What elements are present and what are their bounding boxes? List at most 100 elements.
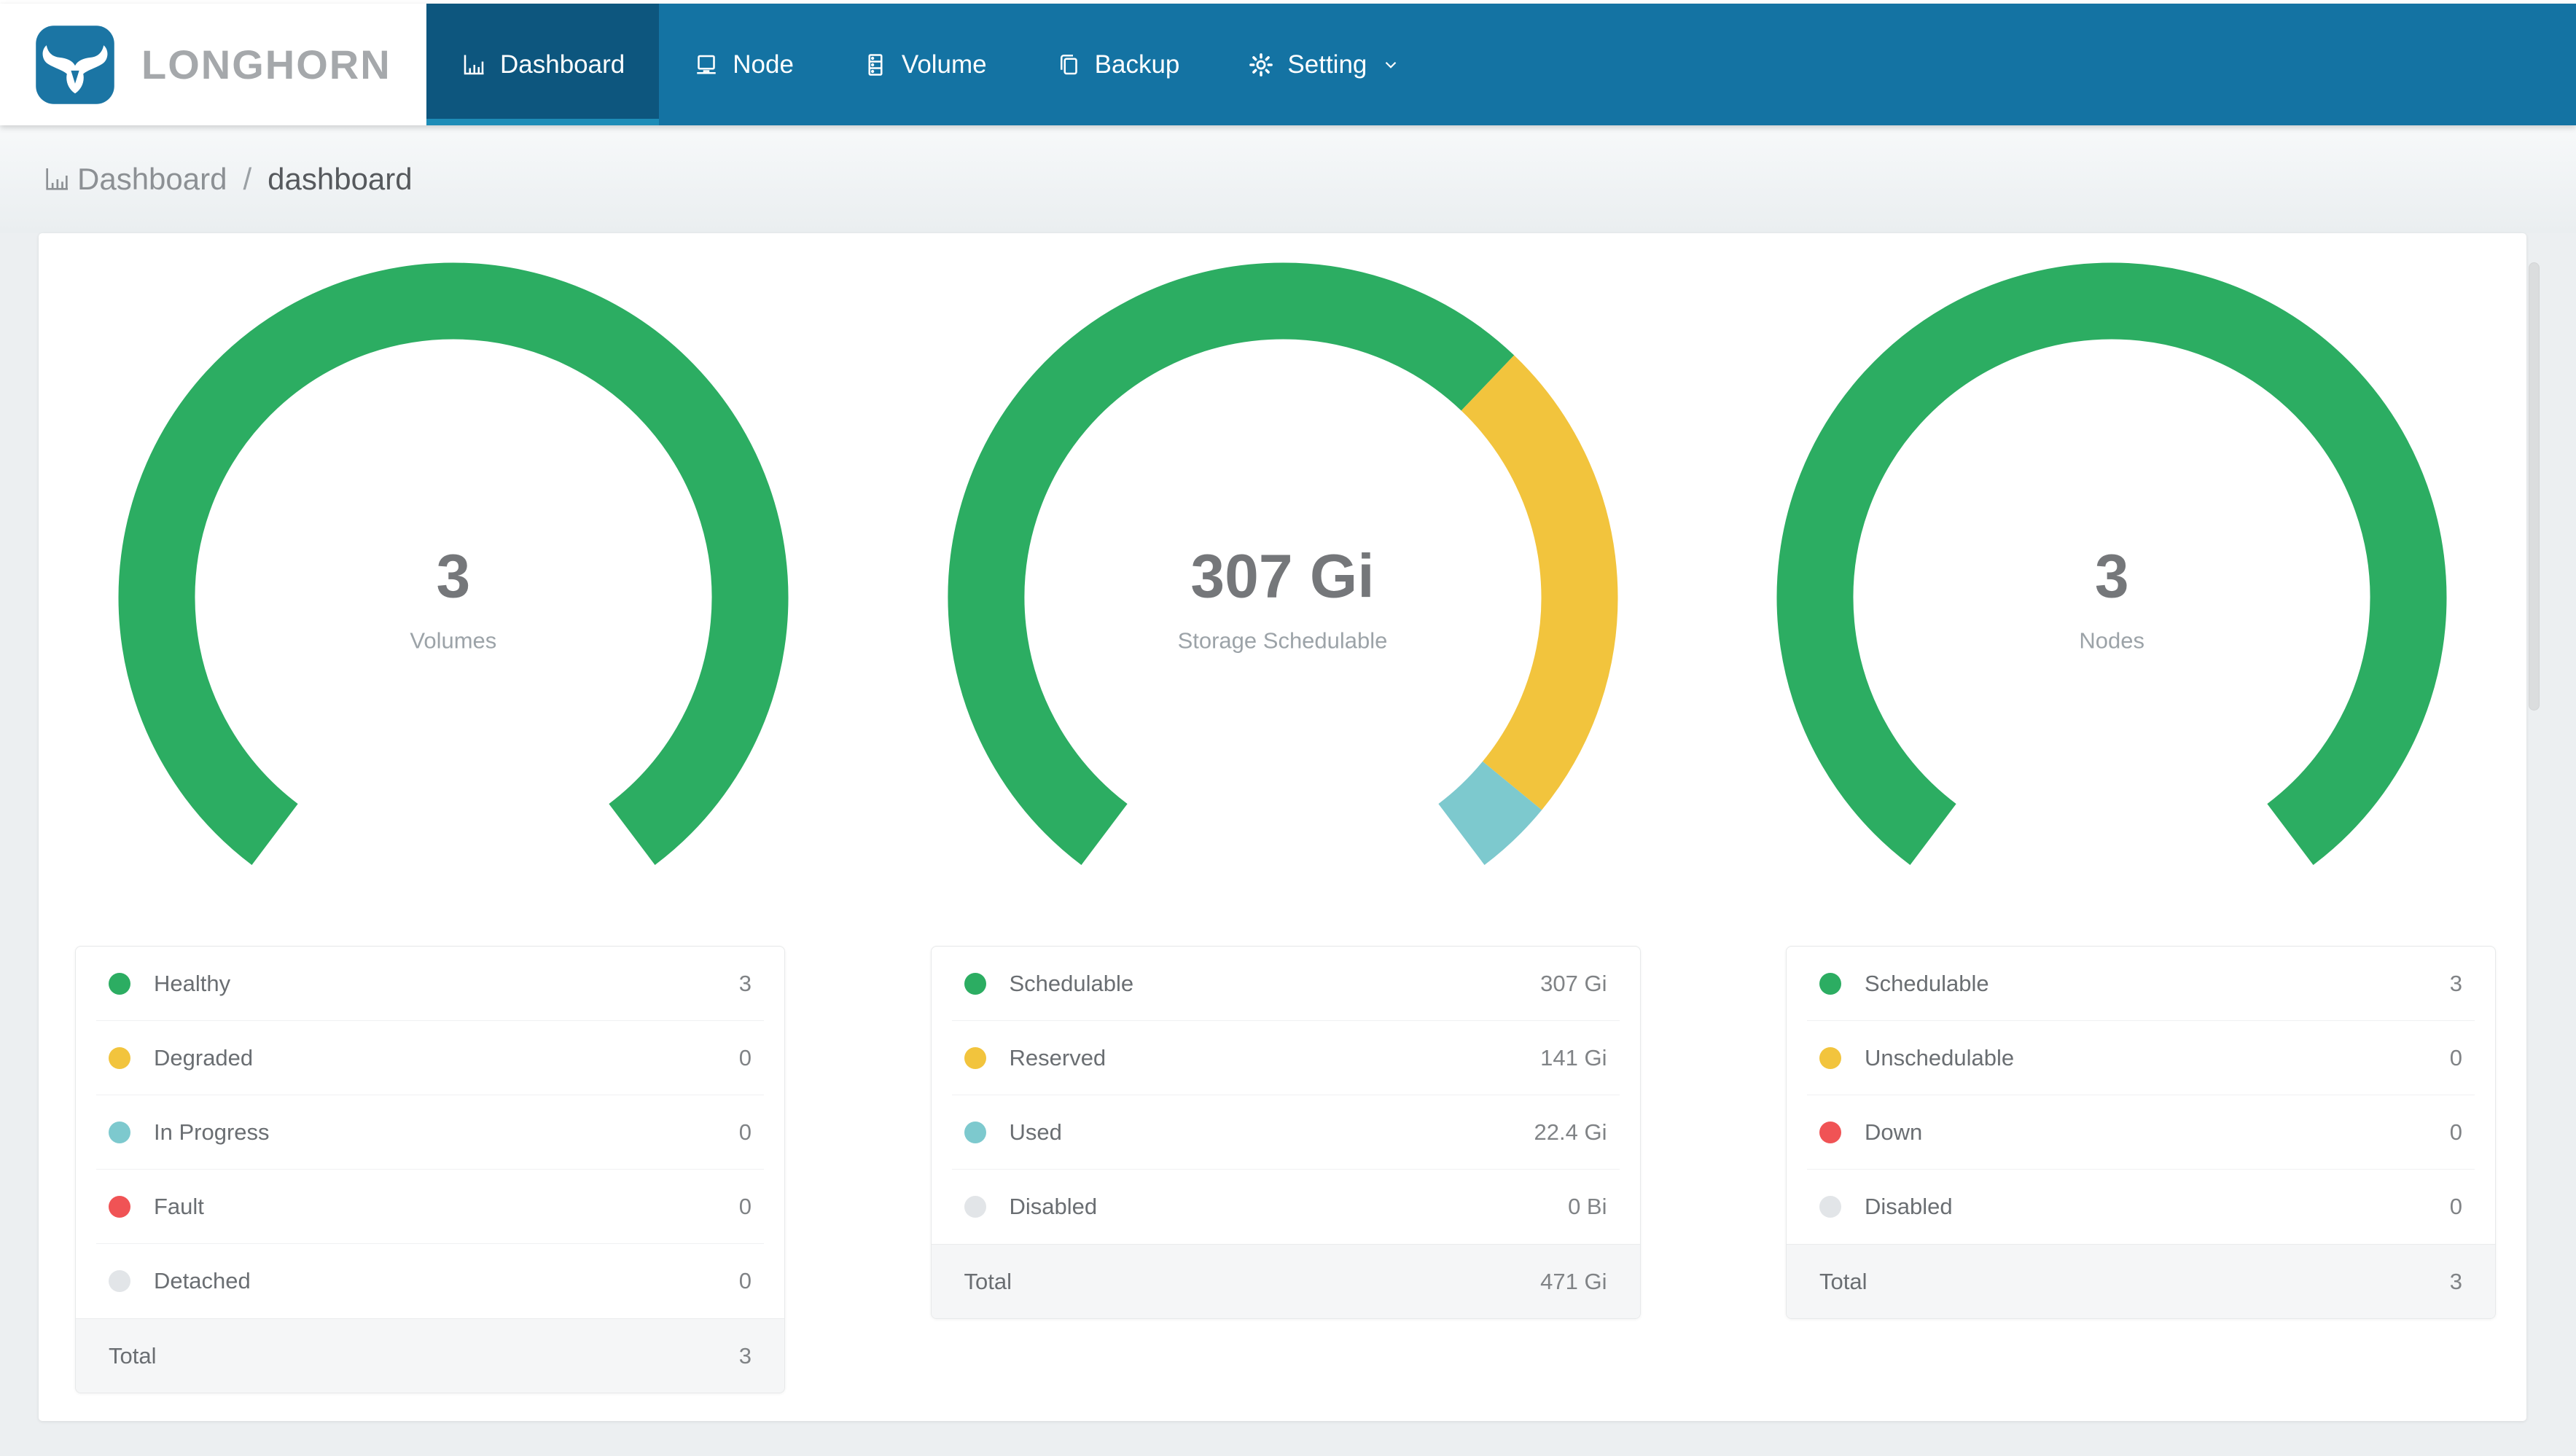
status-dot-icon <box>964 1196 986 1218</box>
nav-item-backup[interactable]: Backup <box>1021 4 1214 125</box>
legend-value: 0 <box>738 1268 752 1293</box>
status-dot-icon <box>1819 1121 1841 1143</box>
legend-row: Unschedulable 0 <box>1807 1021 2475 1095</box>
total-value: 3 <box>2449 1268 2462 1294</box>
legend-row: Schedulable 3 <box>1807 947 2475 1021</box>
breadcrumb-section[interactable]: Dashboard <box>77 162 227 197</box>
nodes-count: 3 <box>2094 541 2129 611</box>
total-label: Total <box>1819 1268 1867 1294</box>
legend-value: 0 <box>738 1044 752 1071</box>
legend-value: 3 <box>2449 970 2462 996</box>
status-dot-icon <box>109 1270 130 1292</box>
breadcrumb: Dashboard / dashboard <box>0 125 2576 233</box>
legend-value: 0 <box>2449 1194 2462 1219</box>
legend-row: Disabled 0 Bi <box>952 1170 1620 1244</box>
legend-row: Down 0 <box>1807 1095 2475 1170</box>
legend-label: Schedulable <box>1009 970 1134 996</box>
backup-icon <box>1060 54 1077 74</box>
legend-row: Disabled 0 <box>1807 1170 2475 1244</box>
legend-value: 22.4 Gi <box>1534 1119 1607 1145</box>
nav-label: Backup <box>1094 50 1180 79</box>
total-value: 471 Gi <box>1540 1268 1607 1294</box>
legend-row: In Progress 0 <box>96 1095 764 1170</box>
status-dot-icon <box>109 972 130 995</box>
top-navbar: LONGHORN Dashboard Node Volume Backup Se… <box>0 4 2576 125</box>
bar-chart-icon <box>46 168 68 190</box>
status-dot-icon <box>109 1195 130 1218</box>
vertical-scrollbar-thumb[interactable] <box>2529 262 2540 711</box>
legend-row: Healthy 3 <box>96 947 764 1021</box>
breadcrumb-current-page: dashboard <box>268 162 413 196</box>
legend-label: Healthy <box>154 970 231 996</box>
volumes-gauge: 3 Volumes <box>39 262 868 933</box>
storage-caption: Storage Schedulable <box>1177 627 1388 654</box>
legend-label: Unschedulable <box>1865 1044 2015 1071</box>
table-total-row: Total 3 <box>1787 1244 2495 1318</box>
legend-tables-row: Healthy 3 Degraded 0 In Progress 0 Fault… <box>39 946 2526 1393</box>
storage-gauge: 307 Gi Storage Schedulable <box>868 262 1698 933</box>
legend-label: Detached <box>154 1268 251 1293</box>
status-dot-icon <box>1819 1196 1841 1218</box>
legend-value: 0 Bi <box>1568 1194 1607 1219</box>
legend-value: 307 Gi <box>1540 970 1607 996</box>
volumes-count: 3 <box>436 541 471 611</box>
storage-schedulable-value: 307 Gi <box>1190 541 1375 611</box>
nav-item-volume[interactable]: Volume <box>828 4 1021 125</box>
volumes-legend-table: Healthy 3 Degraded 0 In Progress 0 Fault… <box>75 946 785 1393</box>
breadcrumb-separator: / <box>243 162 252 196</box>
storage-legend-table: Schedulable 307 Gi Reserved 141 Gi Used … <box>930 946 1641 1319</box>
table-total-row: Total 3 <box>76 1318 784 1393</box>
nav-item-node[interactable]: Node <box>659 4 828 125</box>
table-total-row: Total 471 Gi <box>931 1244 1640 1318</box>
status-dot-icon <box>109 1121 130 1143</box>
bar-chart-icon <box>464 55 484 74</box>
legend-label: In Progress <box>154 1119 270 1145</box>
gear-icon <box>1249 52 1273 77</box>
legend-row: Schedulable 307 Gi <box>951 947 1620 1021</box>
legend-label: Degraded <box>154 1044 254 1071</box>
main-nav: Dashboard Node Volume Backup Setting <box>426 4 1435 125</box>
legend-row: Fault 0 <box>96 1170 764 1244</box>
nav-label: Volume <box>901 50 987 79</box>
nodes-gauge: 3 Nodes <box>1697 262 2526 933</box>
gauge-segment <box>1437 761 1542 865</box>
nodes-legend-table: Schedulable 3 Unschedulable 0 Down 0 Dis… <box>1786 946 2496 1319</box>
nodes-caption: Nodes <box>2079 627 2144 654</box>
brand-name: LONGHORN <box>141 42 391 87</box>
nav-item-dashboard[interactable]: Dashboard <box>426 4 660 125</box>
total-label: Total <box>109 1342 157 1369</box>
legend-row: Reserved 141 Gi <box>951 1021 1620 1095</box>
gauges-row: 3 Volumes 307 Gi Storage Schedulable 3 N… <box>39 233 2526 933</box>
legend-value: 0 <box>2449 1119 2462 1145</box>
status-dot-icon <box>109 1046 130 1069</box>
legend-label: Used <box>1009 1119 1062 1145</box>
legend-row: Used 22.4 Gi <box>951 1095 1620 1170</box>
legend-value: 0 <box>738 1119 752 1145</box>
dashboard-card: 3 Volumes 307 Gi Storage Schedulable 3 N… <box>39 233 2526 1421</box>
nav-label: Node <box>733 50 794 79</box>
total-label: Total <box>964 1268 1012 1294</box>
nav-label: Setting <box>1287 50 1367 79</box>
legend-label: Reserved <box>1009 1044 1106 1071</box>
nav-label: Dashboard <box>500 50 625 79</box>
nav-item-setting[interactable]: Setting <box>1214 4 1435 125</box>
status-dot-icon <box>964 972 986 995</box>
status-dot-icon <box>1819 1046 1841 1069</box>
legend-label: Disabled <box>1865 1194 1953 1219</box>
legend-value: 3 <box>738 970 752 996</box>
legend-label: Down <box>1865 1119 1923 1145</box>
volumes-caption: Volumes <box>410 627 497 654</box>
chevron-down-icon <box>1386 61 1397 69</box>
brand-logo[interactable]: LONGHORN <box>0 4 426 125</box>
volume-icon <box>868 53 883 76</box>
longhorn-bull-icon <box>36 25 114 104</box>
legend-label: Schedulable <box>1865 970 1989 996</box>
legend-value: 141 Gi <box>1540 1044 1607 1071</box>
legend-value: 0 <box>2449 1044 2462 1071</box>
status-dot-icon <box>964 1121 986 1143</box>
legend-row: Degraded 0 <box>96 1021 764 1095</box>
node-icon <box>697 55 716 74</box>
legend-label: Fault <box>154 1193 204 1219</box>
legend-row: Detached 0 <box>96 1244 764 1318</box>
legend-label: Disabled <box>1009 1194 1098 1219</box>
